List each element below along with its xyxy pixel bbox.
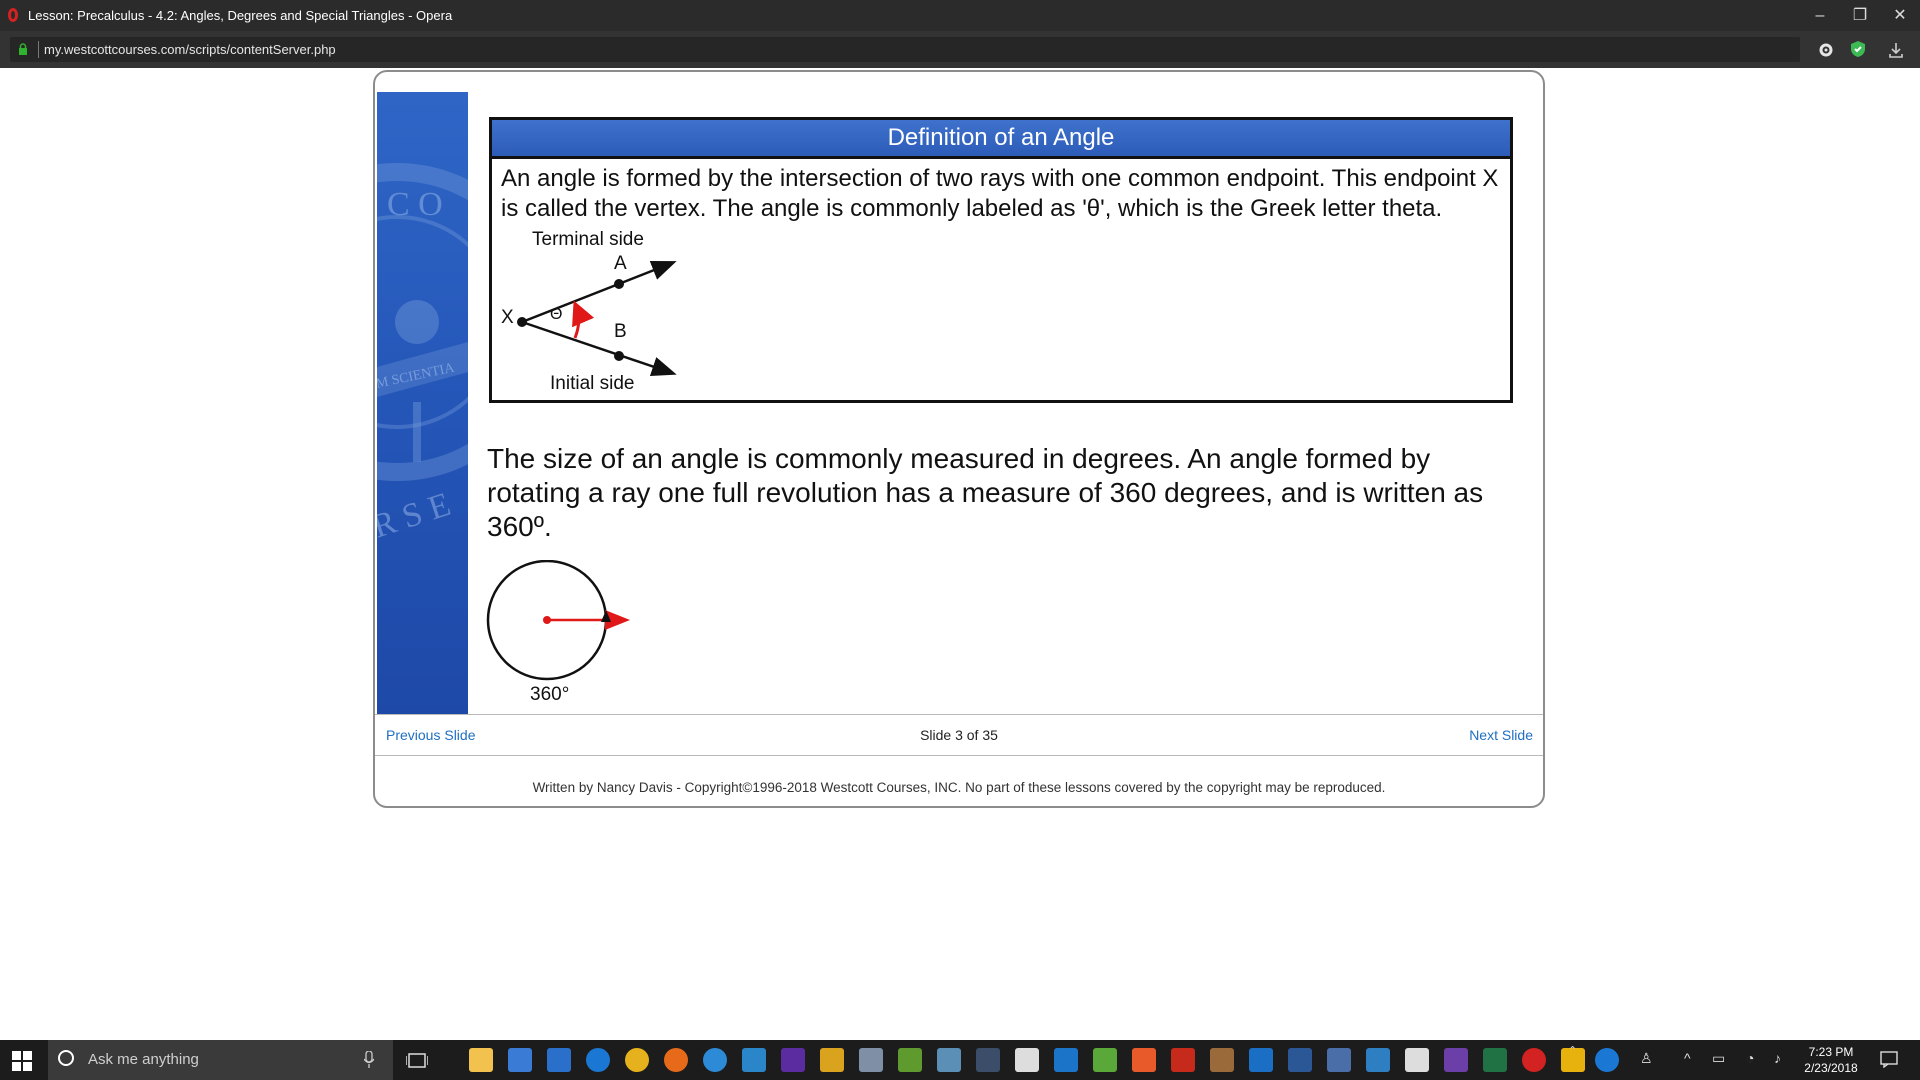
lock-icon — [19, 43, 27, 55]
system-clock[interactable]: 7:23 PM 2/23/2018 — [1796, 1044, 1866, 1076]
word-icon[interactable] — [1288, 1048, 1312, 1072]
windows-start-icon[interactable] — [12, 1051, 32, 1071]
xmind-icon[interactable] — [547, 1048, 571, 1072]
minimize-button[interactable]: – — [1800, 0, 1840, 31]
opera-taskbar-icon[interactable] — [1522, 1048, 1546, 1072]
angle-diagram — [517, 261, 677, 377]
close-button[interactable]: ✕ — [1880, 0, 1920, 31]
teamviewer-icon[interactable] — [1054, 1048, 1078, 1072]
lesson-frame: C O M SCIENTIA R S E Definition of an An… — [373, 70, 1545, 808]
internet-explorer-icon[interactable] — [703, 1048, 727, 1072]
show-hidden-icons[interactable]: ^ — [1684, 1050, 1691, 1066]
settings-gear-icon[interactable] — [1816, 40, 1836, 60]
store-icon[interactable] — [508, 1048, 532, 1072]
app-network-icon[interactable] — [1327, 1048, 1351, 1072]
volume-icon[interactable]: ♪ — [1774, 1050, 1781, 1066]
vpn-shield-icon[interactable] — [1848, 39, 1868, 59]
degrees-text: The size of an angle is commonly measure… — [487, 443, 1484, 542]
app-orange-icon[interactable] — [1132, 1048, 1156, 1072]
star-app-icon[interactable] — [820, 1048, 844, 1072]
address-bar: my.westcottcourses.com/scripts/contentSe… — [0, 31, 1920, 68]
edge-icon[interactable] — [586, 1048, 610, 1072]
copyright-footer: Written by Nancy Davis - Copyright©1996-… — [532, 780, 1386, 795]
circle-diagram — [486, 560, 630, 681]
mail-icon[interactable] — [1405, 1048, 1429, 1072]
search-placeholder: Ask me anything — [88, 1051, 199, 1068]
download-icon[interactable] — [1886, 40, 1906, 60]
firefox-icon[interactable] — [664, 1048, 688, 1072]
camtasia-icon[interactable] — [1093, 1048, 1117, 1072]
point-b — [614, 351, 624, 361]
circle-360-label: 360° — [530, 684, 570, 705]
microphone-icon[interactable] — [364, 1051, 374, 1068]
file-explorer-icon[interactable] — [469, 1048, 493, 1072]
app-paper-icon[interactable] — [937, 1048, 961, 1072]
point-a — [614, 279, 624, 289]
url-field[interactable]: my.westcottcourses.com/scripts/contentSe… — [10, 37, 1800, 62]
windows-taskbar: Ask me anything ⌃ ♙ ^ ▭ ◔ ♪ 7:23 PM 2/23… — [0, 1040, 1920, 1080]
calculator-icon[interactable] — [1015, 1048, 1039, 1072]
seal-watermark-icon: C O M SCIENTIA R S E — [377, 163, 468, 546]
title-bar: Lesson: Precalculus - 4.2: Angles, Degre… — [0, 0, 1920, 31]
slide-navigation: Previous Slide Slide 3 of 35 Next Slide — [375, 714, 1543, 756]
slide-counter: Slide 3 of 35 — [920, 727, 998, 743]
battery-icon[interactable]: ▭ — [1712, 1050, 1725, 1067]
help-icon[interactable] — [1595, 1048, 1619, 1072]
app-dp-icon[interactable] — [781, 1048, 805, 1072]
next-slide-link[interactable]: Next Slide — [1469, 727, 1533, 743]
outlook-icon[interactable] — [1249, 1048, 1273, 1072]
app-bird-icon[interactable] — [859, 1048, 883, 1072]
chrome-icon[interactable] — [625, 1048, 649, 1072]
app-brown-icon[interactable] — [1210, 1048, 1234, 1072]
initial-ray — [521, 320, 677, 377]
svg-text:R S E: R S E — [377, 486, 455, 546]
rotation-arc — [572, 300, 595, 339]
cortana-search-box[interactable]: Ask me anything — [48, 1040, 393, 1080]
vertex-point — [517, 317, 527, 327]
wifi-icon[interactable]: ◔ — [1746, 1050, 1754, 1066]
terminal-ray — [521, 261, 677, 324]
definition-box: Definition of an Angle An angle is forme… — [489, 117, 1513, 403]
app-monitor-icon[interactable] — [1366, 1048, 1390, 1072]
url-text[interactable]: my.westcottcourses.com/scripts/contentSe… — [44, 42, 336, 57]
excel-icon[interactable] — [1483, 1048, 1507, 1072]
people-icon[interactable]: ♙ — [1640, 1050, 1653, 1067]
cortana-icon — [58, 1050, 74, 1066]
url-separator — [38, 41, 39, 58]
window-title: Lesson: Precalculus - 4.2: Angles, Degre… — [28, 8, 453, 23]
clock-time: 7:23 PM — [1808, 1045, 1854, 1059]
app-bar-icon[interactable] — [976, 1048, 1000, 1072]
restore-button[interactable]: ❐ — [1840, 0, 1880, 31]
rotation-marker — [601, 610, 611, 622]
visual-studio-icon[interactable] — [1444, 1048, 1468, 1072]
svg-text:C O: C O — [387, 186, 443, 223]
center-point — [543, 616, 551, 624]
task-view-icon[interactable] — [406, 1052, 428, 1069]
action-center-icon[interactable] — [1880, 1050, 1898, 1068]
powershell-icon[interactable] — [742, 1048, 766, 1072]
tray-expand-icon[interactable]: ⌃ — [1568, 1044, 1577, 1057]
clock-date: 2/23/2018 — [1804, 1061, 1858, 1075]
filezilla-icon[interactable] — [1171, 1048, 1195, 1072]
course-seal-sidebar: C O M SCIENTIA R S E — [377, 92, 468, 714]
lambda-app-icon[interactable] — [898, 1048, 922, 1072]
opera-logo-icon — [8, 8, 18, 22]
